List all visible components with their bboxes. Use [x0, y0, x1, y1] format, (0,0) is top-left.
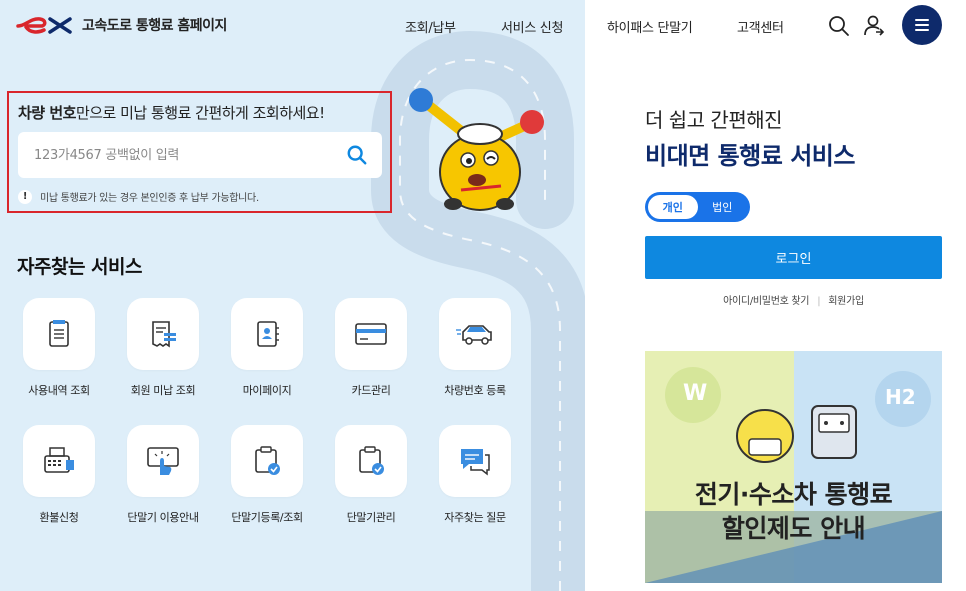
service-device-register[interactable]: 단말기등록/조회	[215, 425, 319, 525]
plate-search-panel: 차량 번호만으로 미납 통행료 간편하게 조회하세요! ! 미납 통행료가 있는…	[7, 91, 392, 213]
service-card-management[interactable]: 카드관리	[319, 298, 423, 398]
car-icon	[456, 325, 492, 345]
divider: |	[817, 296, 821, 307]
hamburger-menu-button[interactable]	[902, 5, 942, 45]
logo[interactable]: 고속도로 통행료 홈페이지	[16, 12, 227, 38]
service-label: 단말기관리	[346, 511, 396, 524]
service-label: 자주찾는 질문	[444, 511, 506, 524]
nav-lookup-payment[interactable]: 조회/납부	[405, 17, 456, 36]
service-label: 환불신청	[39, 511, 79, 524]
service-label: 단말기등록/조회	[231, 511, 303, 524]
search-box	[18, 132, 382, 178]
promo-subtitle: 더 쉽고 간편해진	[645, 108, 783, 132]
service-device-management[interactable]: 단말기관리	[319, 425, 423, 525]
service-mypage[interactable]: 마이페이지	[215, 298, 319, 398]
service-label: 단말기 이용안내	[127, 511, 199, 524]
promo-title: 비대면 통행료 서비스	[645, 142, 855, 170]
menu-bar	[915, 24, 929, 26]
nav-service-apply[interactable]: 서비스 신청	[501, 17, 563, 36]
right-panel: 더 쉽고 간편해진 비대면 통행료 서비스 개인 법인 로그인 아이디/비밀번호…	[585, 52, 966, 591]
clipboard-check-icon	[359, 446, 384, 475]
services-title: 자주찾는 서비스	[17, 256, 142, 278]
touch-icon	[147, 447, 179, 475]
service-label: 차량번호 등록	[444, 384, 506, 397]
header: 고속도로 통행료 홈페이지 조회/납부 서비스 신청 하이패스 단말기 고객센터	[0, 0, 966, 52]
nav-customer-center[interactable]: 고객센터	[737, 17, 784, 36]
search-icon[interactable]	[827, 14, 851, 38]
banner-title-line2: 할인제도 안내	[721, 514, 866, 543]
user-login-icon[interactable]	[862, 14, 886, 38]
card-icon	[355, 323, 387, 345]
service-usage-history[interactable]: 사용내역 조회	[7, 298, 111, 398]
ex-logo-icon	[16, 17, 72, 34]
printer-icon	[44, 447, 74, 473]
signup-link[interactable]: 회원가입	[828, 296, 864, 307]
banner-title-line1: 전기·수소차 통행료	[694, 480, 893, 509]
chat-icon	[461, 449, 490, 476]
ev-discount-banner[interactable]: W H2 전기·수소차 통행료 할인제도 안내	[645, 351, 942, 583]
notice: ! 미납 통행료가 있는 경우 본인인증 후 납부 가능합니다.	[18, 189, 259, 204]
notice-text: 미납 통행료가 있는 경우 본인인증 후 납부 가능합니다.	[40, 193, 259, 204]
account-links: 아이디/비밀번호 찾기 | 회원가입	[645, 292, 942, 307]
service-plate-registration[interactable]: 차량번호 등록	[423, 298, 527, 398]
mascot-illustration	[409, 88, 544, 211]
plate-number-input[interactable]	[34, 144, 324, 166]
login-button[interactable]: 로그인	[645, 236, 942, 279]
nav-hipass-device[interactable]: 하이패스 단말기	[607, 17, 693, 36]
exclamation-icon: !	[18, 189, 32, 204]
service-refund[interactable]: 환불신청	[7, 425, 111, 525]
service-label: 회원 미납 조회	[130, 384, 196, 397]
user-book-icon	[257, 321, 279, 347]
service-unpaid-lookup[interactable]: 회원 미납 조회	[111, 298, 215, 398]
service-label: 사용내역 조회	[28, 384, 90, 397]
site-title: 고속도로 통행료 홈페이지	[82, 18, 227, 34]
badge-h2: H2	[885, 385, 916, 409]
left-panel: 차량 번호만으로 미납 통행료 간편하게 조회하세요! ! 미납 통행료가 있는…	[0, 0, 585, 591]
toggle-personal[interactable]: 개인	[648, 195, 698, 219]
clipboard-check-icon	[255, 446, 280, 475]
badge-w: W	[683, 381, 708, 406]
search-icon[interactable]	[346, 144, 368, 166]
receipt-icon	[152, 321, 176, 348]
service-device-guide[interactable]: 단말기 이용안내	[111, 425, 215, 525]
document-list-icon	[49, 320, 69, 347]
search-title: 차량 번호만으로 미납 통행료 간편하게 조회하세요!	[18, 104, 325, 122]
service-label: 카드관리	[351, 384, 391, 397]
service-faq[interactable]: 자주찾는 질문	[423, 425, 527, 525]
menu-bar	[915, 19, 929, 21]
find-id-password-link[interactable]: 아이디/비밀번호 찾기	[723, 296, 809, 307]
menu-bar	[915, 29, 929, 31]
toggle-corporate[interactable]: 법인	[698, 195, 748, 219]
service-label: 마이페이지	[242, 384, 292, 397]
member-type-toggle: 개인 법인	[645, 192, 750, 222]
